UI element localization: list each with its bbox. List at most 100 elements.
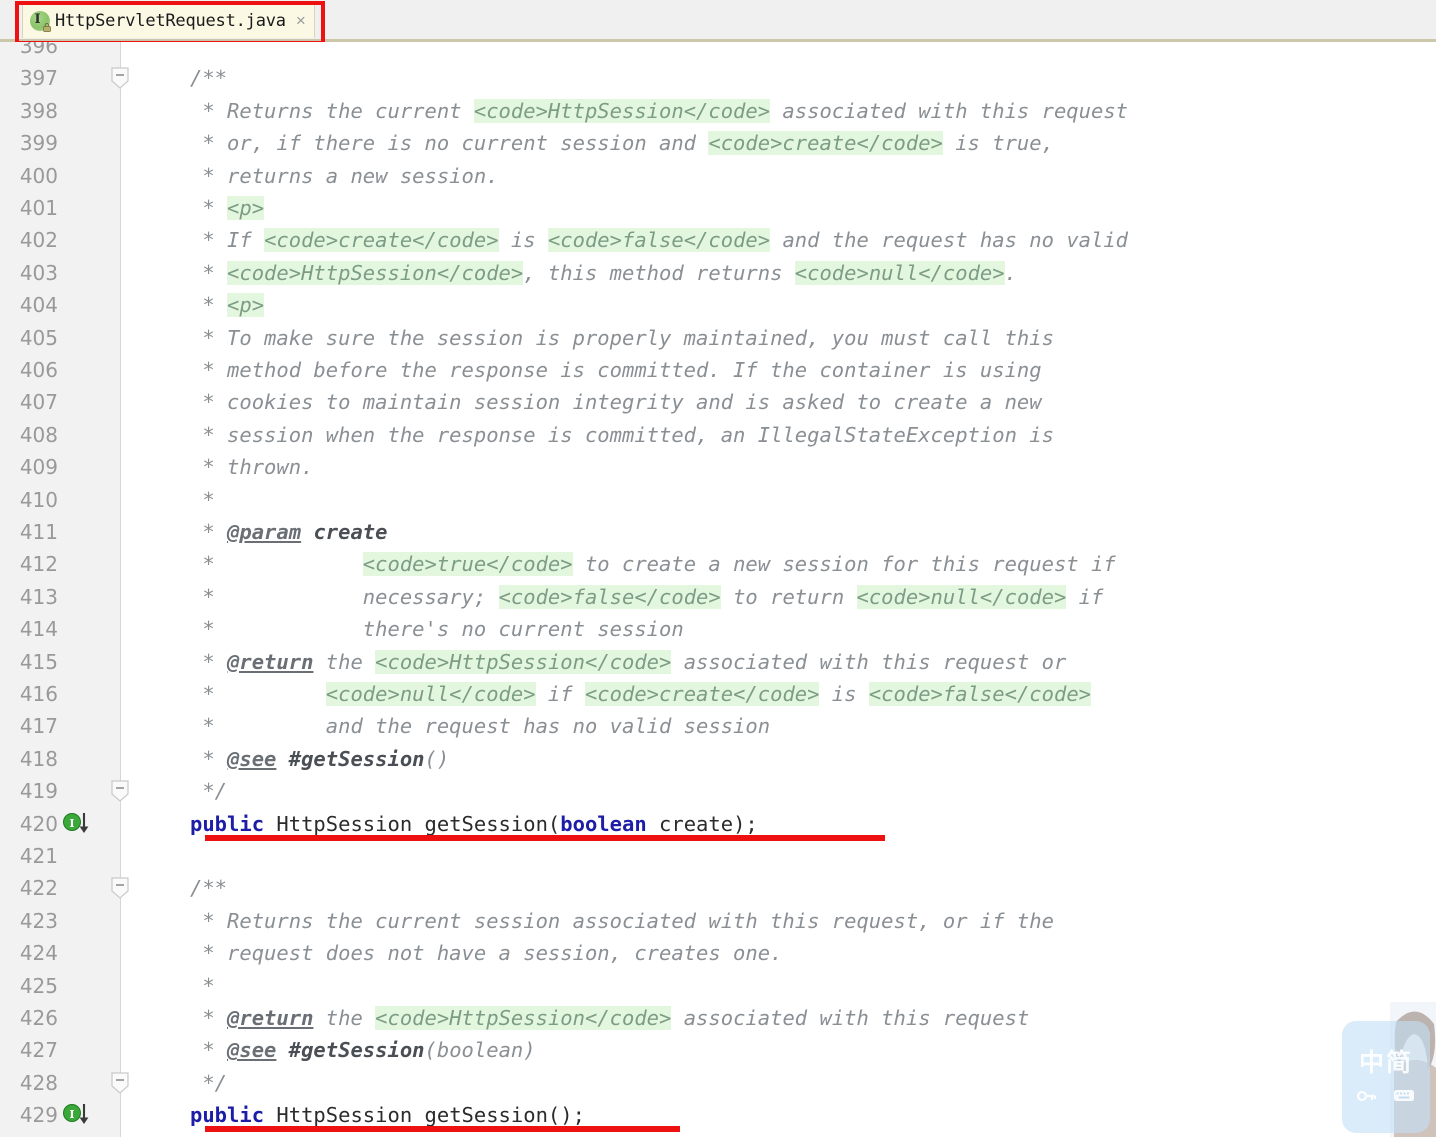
code-line[interactable]: 398 * Returns the current <code>HttpSess… [0, 95, 1436, 127]
code-token: to create a new session for this request… [572, 552, 1116, 577]
fold-collapse-icon[interactable] [109, 780, 131, 802]
code-token: <code>false</code> [547, 228, 771, 253]
code-token: * Returns the current session associated… [190, 908, 1054, 933]
line-number: 408 [19, 422, 58, 447]
code-line[interactable]: 418 * @see #getSession() [0, 743, 1436, 775]
code-line[interactable]: 412 * <code>true</code> to create a new … [0, 548, 1436, 580]
code-line[interactable]: 423 * Returns the current session associ… [0, 905, 1436, 937]
code-token: <code>null</code> [794, 260, 1005, 285]
editor-tab-bar: I HttpServletRequest.java × [0, 0, 1436, 45]
code-line[interactable]: 426 * @return the <code>HttpSession</cod… [0, 1002, 1436, 1034]
code-text: * or, if there is no current session and… [190, 127, 1054, 159]
code-token: <p> [227, 293, 265, 318]
code-line[interactable]: 430 [0, 1132, 1436, 1137]
code-token: * Returns the current [190, 98, 474, 123]
fold-collapse-icon[interactable] [109, 877, 131, 900]
code-token: * [190, 746, 228, 771]
code-line[interactable]: 421 [0, 840, 1436, 872]
code-text: * <code>true</code> to create a new sess… [190, 548, 1116, 580]
code-line[interactable]: 415 * @return the <code>HttpSession</cod… [0, 646, 1436, 678]
code-text: * @see #getSession(boolean) [190, 1034, 536, 1066]
code-token: /** [190, 66, 228, 91]
tab-http-servlet-request[interactable]: I HttpServletRequest.java × [22, 2, 315, 38]
code-line[interactable]: 413 * necessary; <code>false</code> to r… [0, 581, 1436, 613]
code-text: * cookies to maintain session integrity … [190, 386, 1041, 418]
code-line[interactable]: 429 I public HttpSession getSession(); [0, 1099, 1436, 1133]
code-token: public [190, 811, 265, 836]
code-token: <code>HttpSession</code> [227, 260, 524, 285]
code-line[interactable]: 422 /** [0, 872, 1436, 904]
code-token: () [424, 746, 450, 771]
ime-floating-widget[interactable]: 中简 [1342, 1021, 1430, 1133]
lock-badge-icon [43, 22, 51, 32]
tab-label: HttpServletRequest.java [55, 10, 286, 31]
code-line[interactable]: 396 [0, 42, 1436, 62]
code-token: if [535, 682, 585, 706]
code-token: * [190, 520, 228, 544]
line-number: 424 [19, 941, 58, 966]
code-line[interactable]: 406 * method before the response is comm… [0, 354, 1436, 386]
code-token: . [1004, 260, 1017, 285]
line-number: 396 [19, 42, 58, 58]
code-token: if [1066, 584, 1104, 609]
fold-collapse-icon[interactable] [109, 1072, 131, 1094]
code-text: * <p> [190, 289, 265, 321]
key-icon[interactable] [1356, 1088, 1377, 1107]
keyboard-icon[interactable] [1393, 1087, 1415, 1107]
ime-mode-label[interactable]: 中简 [1342, 1043, 1430, 1079]
implemented-method-marker-icon[interactable]: I [62, 811, 92, 837]
code-line[interactable]: 427 * @see #getSession(boolean) [0, 1034, 1436, 1066]
code-line[interactable]: 424 * request does not have a session, c… [0, 937, 1436, 969]
code-token: <code>true</code> [362, 552, 573, 577]
code-line[interactable]: 405 * To make sure the session is proper… [0, 322, 1436, 354]
code-text: * there's no current session [190, 613, 684, 645]
line-number: 418 [19, 746, 58, 771]
code-text: */ [190, 775, 227, 807]
code-token: HttpSession getSession( [264, 811, 561, 836]
code-line[interactable]: 407 * cookies to maintain session integr… [0, 386, 1436, 418]
code-token: <code>create</code> [264, 228, 499, 253]
code-line[interactable]: 425 * [0, 970, 1436, 1002]
code-editor[interactable]: 396 397 /** 398 * Returns the current <cod… [0, 42, 1436, 1137]
code-line[interactable]: 402 * If <code>create</code> is <code>fa… [0, 224, 1436, 256]
code-text: */ [190, 1067, 227, 1099]
code-line[interactable]: 400 * returns a new session. [0, 160, 1436, 192]
code-token: create); [646, 811, 758, 836]
code-token: * or, if there is no current session and [190, 131, 709, 156]
code-line[interactable]: 408 * session when the response is commi… [0, 419, 1436, 451]
line-number: 412 [19, 552, 58, 577]
code-line[interactable]: 411 * @param create [0, 516, 1436, 548]
code-line[interactable]: 419 */ [0, 775, 1436, 807]
code-token: * [190, 552, 363, 577]
code-line[interactable]: 414 * there's no current session [0, 613, 1436, 645]
code-line[interactable]: 428 */ [0, 1067, 1436, 1099]
code-line[interactable]: 399 * or, if there is no current session… [0, 127, 1436, 159]
code-line[interactable]: 397 /** [0, 62, 1436, 94]
code-line[interactable]: 401 * <p> [0, 192, 1436, 224]
code-line[interactable]: 417 * and the request has no valid sessi… [0, 710, 1436, 742]
code-line[interactable]: 409 * thrown. [0, 451, 1436, 483]
line-number: 404 [19, 293, 58, 318]
svg-text:I: I [69, 817, 74, 830]
code-token: is [819, 682, 869, 706]
code-token: * [190, 487, 215, 512]
implemented-method-marker-icon[interactable]: I [62, 1102, 92, 1128]
line-number: 407 [19, 390, 58, 415]
code-line[interactable]: 410 * [0, 484, 1436, 516]
line-number: 426 [19, 1006, 58, 1030]
code-line[interactable]: 420 I public HttpSession getSession(bool… [0, 808, 1436, 841]
close-icon[interactable]: × [296, 12, 306, 29]
code-line[interactable]: 403 * <code>HttpSession</code>, this met… [0, 257, 1436, 289]
code-text: * returns a new session. [190, 160, 498, 192]
code-token: associated with this request [770, 98, 1129, 123]
code-line[interactable]: 416 * <code>null</code> if <code>create<… [0, 678, 1436, 710]
code-line[interactable]: 404 * <p> [0, 289, 1436, 321]
code-token: (boolean) [424, 1038, 536, 1063]
line-number: 405 [19, 325, 58, 350]
code-token: * there's no current session [190, 617, 684, 642]
code-text: * <p> [190, 192, 265, 224]
fold-collapse-icon[interactable] [109, 67, 131, 90]
code-token: and the request has no valid [770, 228, 1129, 253]
line-number: 428 [19, 1070, 58, 1095]
